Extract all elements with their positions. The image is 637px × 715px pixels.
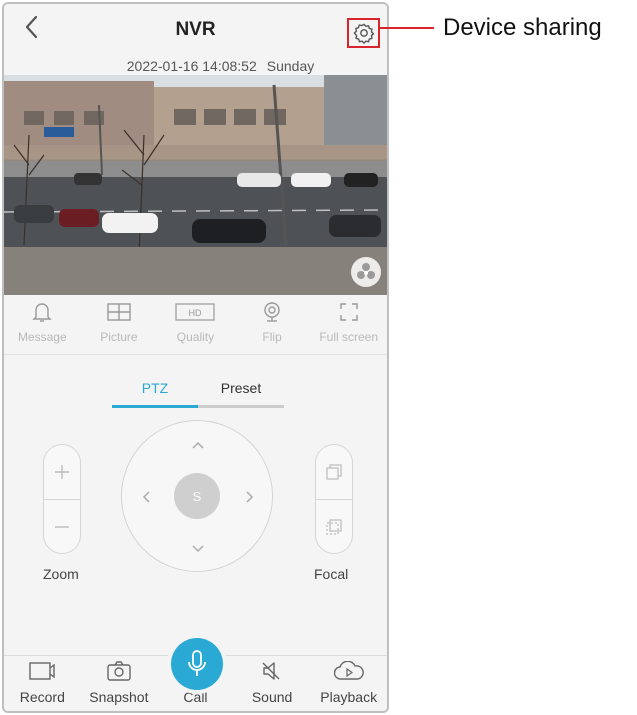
focal-near-button[interactable] bbox=[316, 445, 352, 499]
chevron-right-icon bbox=[246, 491, 254, 503]
sound-label: Sound bbox=[251, 689, 293, 705]
gear-icon bbox=[353, 23, 374, 44]
divider bbox=[4, 354, 387, 355]
fullscreen-label: Full screen bbox=[319, 330, 379, 344]
speaker-muted-icon bbox=[261, 659, 283, 683]
device-sharing-callout: Device sharing bbox=[443, 14, 602, 41]
fan-icon[interactable] bbox=[351, 257, 381, 287]
live-video-view[interactable]: 1 2 3 4 5 bbox=[4, 75, 387, 295]
focal-far-button[interactable] bbox=[316, 499, 352, 553]
snapshot-label: Snapshot bbox=[89, 689, 149, 705]
sound-button[interactable]: Sound bbox=[234, 656, 311, 711]
record-button[interactable]: Record bbox=[4, 656, 81, 711]
zoom-control bbox=[43, 444, 81, 554]
chevron-down-icon bbox=[192, 545, 204, 553]
focal-control bbox=[315, 444, 353, 554]
ptz-left-button[interactable] bbox=[134, 485, 158, 509]
page-title: NVR bbox=[175, 19, 216, 40]
phone-screen: NVR 2022-01-16 14:08:52 Sunday Message P… bbox=[2, 2, 389, 713]
street-scene-image bbox=[4, 75, 387, 295]
fullscreen-icon bbox=[339, 298, 359, 326]
settings-gear-button[interactable] bbox=[347, 18, 380, 48]
webcam-icon bbox=[262, 298, 282, 326]
quality-button[interactable]: HD Quality bbox=[157, 298, 234, 352]
message-button[interactable]: Message bbox=[4, 298, 81, 352]
focus-near-icon bbox=[326, 464, 342, 480]
focus-far-icon bbox=[326, 518, 342, 535]
fullscreen-button[interactable]: Full screen bbox=[310, 298, 387, 352]
playback-label: Playback bbox=[320, 689, 378, 705]
tab-preset[interactable]: Preset bbox=[198, 380, 284, 408]
hd-icon: HD bbox=[175, 298, 216, 326]
message-label: Message bbox=[17, 330, 67, 344]
call-label: Call bbox=[183, 689, 208, 705]
ptz-direction-pad: S bbox=[121, 420, 273, 572]
snapshot-button[interactable]: Snapshot bbox=[81, 656, 158, 711]
zoom-label: Zoom bbox=[43, 566, 79, 582]
callout-line bbox=[378, 27, 434, 29]
call-microphone-button[interactable] bbox=[171, 638, 223, 690]
focal-label: Focal bbox=[314, 566, 349, 582]
zoom-in-button[interactable] bbox=[44, 445, 80, 499]
grid-icon bbox=[107, 298, 131, 326]
chevron-left-icon bbox=[142, 491, 150, 503]
top-bar: NVR bbox=[4, 4, 387, 52]
svg-text:HD: HD bbox=[189, 308, 202, 318]
timestamp-datetime: 2022-01-16 14:08:52 bbox=[126, 58, 257, 74]
video-toolbar: Message Picture HD Quality Flip Full scr… bbox=[4, 298, 387, 352]
quality-label: Quality bbox=[176, 330, 215, 344]
playback-icon bbox=[333, 659, 364, 683]
record-icon bbox=[29, 659, 55, 683]
zoom-out-button[interactable] bbox=[44, 499, 80, 553]
timestamp-weekday: Sunday bbox=[266, 58, 315, 74]
tab-ptz[interactable]: PTZ bbox=[112, 380, 198, 408]
flip-label: Flip bbox=[262, 330, 282, 344]
control-tabs: PTZ Preset bbox=[112, 380, 284, 408]
timestamp: 2022-01-16 14:08:52 Sunday bbox=[4, 58, 387, 74]
picture-button[interactable]: Picture bbox=[81, 298, 158, 352]
camera-icon bbox=[107, 659, 131, 683]
picture-label: Picture bbox=[100, 330, 138, 344]
chevron-up-icon bbox=[192, 441, 204, 449]
microphone-icon bbox=[188, 650, 206, 676]
ptz-right-button[interactable] bbox=[238, 485, 262, 509]
minus-icon bbox=[55, 525, 69, 528]
playback-button[interactable]: Playback bbox=[310, 656, 387, 711]
ptz-down-button[interactable] bbox=[186, 537, 210, 561]
ptz-stop-button[interactable]: S bbox=[174, 473, 220, 519]
plus-icon bbox=[55, 465, 69, 479]
flip-button[interactable]: Flip bbox=[234, 298, 311, 352]
ptz-up-button[interactable] bbox=[186, 433, 210, 457]
bell-icon bbox=[32, 298, 52, 326]
record-label: Record bbox=[19, 689, 65, 705]
